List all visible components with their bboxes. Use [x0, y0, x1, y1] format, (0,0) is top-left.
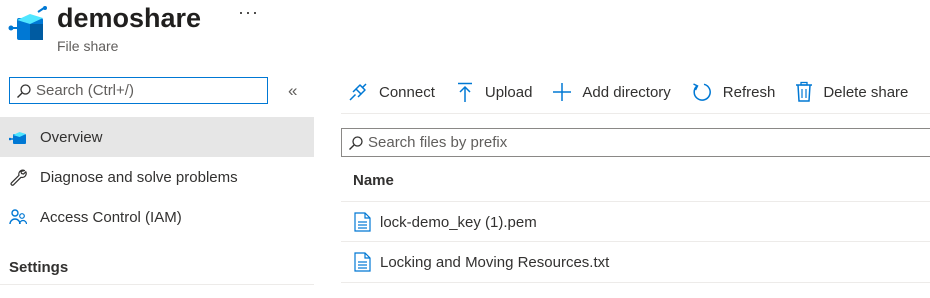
upload-icon — [457, 82, 472, 102]
page-title: demoshare — [57, 3, 202, 33]
refresh-icon — [692, 83, 711, 101]
collapse-menu-button[interactable]: « — [288, 81, 297, 101]
divider — [0, 284, 314, 285]
file-search-input[interactable] — [368, 134, 908, 151]
file-share-icon — [9, 132, 26, 144]
search-icon — [349, 135, 363, 150]
file-icon — [354, 252, 371, 272]
sidebar-item-access-control[interactable]: Access Control (IAM) — [0, 197, 314, 237]
add-directory-button[interactable]: Add directory — [552, 81, 671, 103]
upload-button[interactable]: Upload — [455, 81, 533, 103]
refresh-button[interactable]: Refresh — [691, 81, 776, 103]
search-input[interactable] — [36, 82, 256, 99]
plus-icon — [553, 83, 572, 101]
column-header-name[interactable]: Name — [353, 172, 394, 189]
table-row[interactable]: Locking and Moving Resources.txt — [341, 242, 930, 282]
sidebar-item-overview[interactable]: Overview — [0, 117, 314, 157]
page-subtitle: File share — [57, 38, 119, 54]
file-share-icon — [8, 6, 47, 40]
upload-label: Upload — [484, 83, 533, 101]
sidebar-item-label: Diagnose and solve problems — [40, 168, 238, 186]
section-heading-settings: Settings — [9, 259, 69, 276]
people-icon — [9, 209, 27, 225]
sidebar-item-diagnose[interactable]: Diagnose and solve problems — [0, 157, 314, 197]
command-bar: Connect Upload Add directory Refresh Del… — [347, 79, 928, 105]
sidebar-item-label: Access Control (IAM) — [40, 208, 182, 226]
delete-share-button[interactable]: Delete share — [795, 81, 908, 103]
sidebar-item-label: Overview — [40, 128, 103, 146]
file-name: Locking and Moving Resources.txt — [380, 253, 610, 271]
divider — [341, 282, 930, 283]
delete-share-label: Delete share — [823, 83, 909, 101]
more-options-button[interactable]: ··· — [238, 2, 259, 23]
file-search-box[interactable] — [341, 128, 930, 157]
table-row[interactable]: lock-demo_key (1).pem — [341, 202, 930, 242]
connect-button[interactable]: Connect — [347, 81, 435, 103]
divider — [341, 113, 930, 114]
file-name: lock-demo_key (1).pem — [380, 213, 537, 231]
add-directory-label: Add directory — [582, 83, 671, 101]
refresh-label: Refresh — [722, 83, 776, 101]
file-icon — [354, 212, 371, 232]
connect-label: Connect — [379, 83, 435, 101]
wrench-icon — [10, 169, 27, 186]
plug-icon — [349, 83, 367, 101]
trash-icon — [796, 81, 813, 102]
search-icon — [17, 83, 31, 98]
resource-menu-search[interactable] — [9, 77, 268, 104]
